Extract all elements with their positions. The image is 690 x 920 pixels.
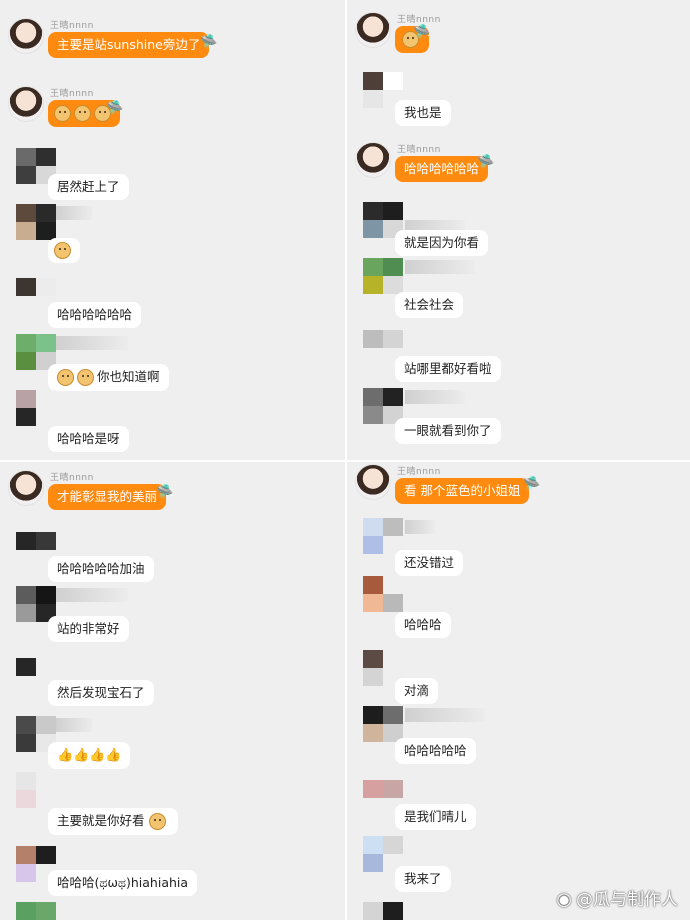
- avatar[interactable]: [16, 334, 56, 370]
- message-bubble[interactable]: [48, 238, 80, 263]
- sender-name: 王晴nnnn: [397, 467, 441, 477]
- avatar[interactable]: [363, 576, 403, 612]
- dog-emoji-icon: [54, 242, 71, 259]
- dog-emoji-icon: [77, 369, 94, 386]
- message-bubble[interactable]: 哈哈哈哈哈加油: [48, 556, 154, 582]
- blurred-name: [405, 390, 465, 404]
- message-bubble[interactable]: 就是因为你看: [395, 230, 489, 256]
- message-bubble[interactable]: 你也知道啊: [48, 364, 169, 391]
- avatar[interactable]: [16, 586, 56, 622]
- dog-emoji-icon: [57, 369, 74, 386]
- message-bubble[interactable]: 社会社会: [395, 292, 464, 318]
- avatar[interactable]: [16, 902, 56, 920]
- message-bubble[interactable]: 主要就是你好看: [48, 808, 178, 835]
- avatar[interactable]: [16, 772, 56, 808]
- thumbs-up-icon: 👍: [89, 748, 106, 763]
- thumbs-up-icon: 👍: [57, 748, 74, 763]
- avatar[interactable]: [355, 464, 391, 500]
- thumbs-up-icon: 👍: [105, 748, 122, 763]
- ufo-icon: 🛸: [106, 100, 124, 116]
- message-bubble[interactable]: 哈哈哈(ಥωಥ)hiahiahia: [48, 870, 198, 896]
- message-bubble[interactable]: 对滴: [395, 678, 439, 704]
- message-bubble[interactable]: 哈哈哈哈哈哈: [395, 156, 489, 182]
- watermark: ◉ @瓜与制作人: [556, 885, 678, 910]
- message-bubble[interactable]: 还没错过: [395, 550, 464, 576]
- avatar[interactable]: [8, 18, 44, 54]
- message-bubble[interactable]: 哈哈哈哈哈哈: [48, 302, 142, 328]
- blurred-name: [56, 206, 92, 220]
- message-bubble[interactable]: 一眼就看到你了: [395, 418, 501, 444]
- message-bubble[interactable]: 👍👍👍👍: [48, 742, 130, 769]
- message-bubble[interactable]: 我也是: [395, 100, 451, 126]
- avatar[interactable]: [363, 902, 403, 920]
- message-bubble[interactable]: 看 那个蓝色的小姐姐: [395, 478, 530, 504]
- avatar[interactable]: [16, 204, 56, 240]
- chat-panel-bottom-left: 王晴nnnn 才能彰显我的美丽 🛸 哈哈哈哈哈加油 站的非常好 然后发现宝石了 …: [0, 462, 345, 920]
- message-text: 你也知道啊: [97, 369, 160, 384]
- sender-name: 王晴nnnn: [397, 145, 441, 155]
- message-bubble[interactable]: 哈哈哈: [395, 612, 451, 638]
- chat-panel-bottom-right: 王晴nnnn 看 那个蓝色的小姐姐 🛸 还没错过 哈哈哈 对滴 哈哈哈哈哈 是我…: [347, 462, 690, 920]
- message-bubble[interactable]: 我来了: [395, 866, 451, 892]
- watermark-text: @瓜与制作人: [576, 890, 678, 910]
- message-bubble[interactable]: 站的非常好: [48, 616, 129, 642]
- blurred-name: [56, 336, 128, 350]
- avatar[interactable]: [355, 12, 391, 48]
- dog-emoji-icon: [148, 813, 166, 830]
- avatar[interactable]: [363, 388, 403, 424]
- message-bubble[interactable]: 居然赶上了: [48, 174, 129, 200]
- thumbs-up-icon: 👍: [73, 748, 90, 763]
- sender-name: 王晴nnnn: [50, 21, 94, 31]
- blurred-name: [405, 520, 435, 534]
- chat-panel-top-right: 王晴nnnn 🛸 我也是 王晴nnnn 哈哈哈哈哈哈 🛸 就是因为你看 社会社会…: [347, 0, 690, 460]
- avatar[interactable]: [363, 706, 403, 742]
- weibo-logo-icon: ◉: [556, 889, 572, 910]
- message-bubble[interactable]: 是我们晴儿: [395, 804, 476, 830]
- message-bubble[interactable]: 站哪里都好看啦: [395, 356, 501, 382]
- message-bubble[interactable]: 才能彰显我的美丽: [48, 484, 167, 510]
- sender-name: 王晴nnnn: [50, 89, 94, 99]
- avatar[interactable]: [363, 836, 403, 872]
- avatar[interactable]: [355, 142, 391, 178]
- blurred-name: [405, 260, 475, 274]
- dog-emoji-icon: [54, 105, 71, 122]
- avatar[interactable]: [363, 258, 403, 294]
- ufo-icon: 🛸: [477, 154, 495, 170]
- ufo-icon: 🛸: [413, 24, 431, 40]
- avatar[interactable]: [8, 470, 44, 506]
- chat-panel-top-left: 王晴nnnn 主要是站sunshine旁边了 🛸 王晴nnnn 🛸 居然赶上了 …: [0, 0, 345, 460]
- ufo-icon: 🛸: [200, 34, 218, 50]
- message-text: 主要就是你好看: [57, 813, 145, 828]
- ufo-icon: 🛸: [156, 484, 174, 500]
- message-bubble[interactable]: 哈哈哈是呀: [48, 426, 129, 452]
- message-bubble[interactable]: 主要是站sunshine旁边了: [48, 32, 210, 58]
- avatar[interactable]: [363, 518, 403, 554]
- ufo-icon: 🛸: [523, 476, 541, 492]
- message-bubble[interactable]: 哈哈哈哈哈: [395, 738, 476, 764]
- message-bubble[interactable]: 然后发现宝石了: [48, 680, 154, 706]
- blurred-name: [56, 588, 128, 602]
- dog-emoji-icon: [74, 105, 91, 122]
- avatar[interactable]: [8, 86, 44, 122]
- sender-name: 王晴nnnn: [50, 473, 94, 483]
- blurred-name: [56, 718, 92, 732]
- blurred-name: [405, 708, 485, 722]
- avatar[interactable]: [16, 390, 56, 426]
